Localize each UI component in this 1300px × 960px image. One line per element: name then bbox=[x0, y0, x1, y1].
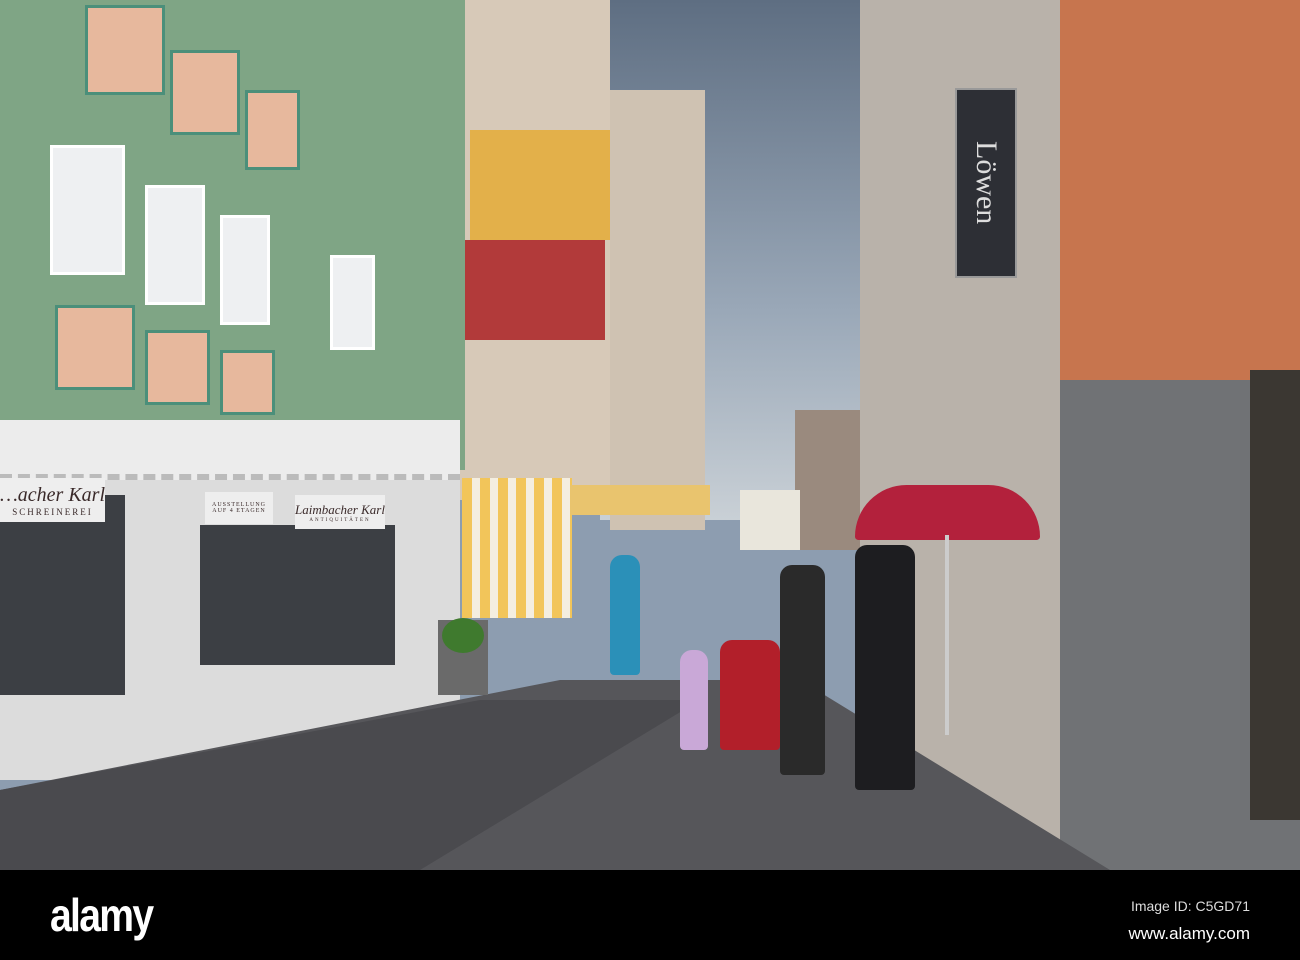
red-facade bbox=[465, 240, 605, 340]
image-id: Image ID: C5GD71 bbox=[1130, 898, 1250, 914]
alamy-logo: alamy bbox=[50, 889, 154, 941]
watermark-bar: alamy Image ID: C5GD71 www.alamy.com bbox=[0, 870, 1300, 960]
painted-panel bbox=[145, 330, 210, 405]
striped-awning bbox=[462, 478, 572, 618]
orange-building bbox=[1060, 0, 1300, 380]
umbrella-pole bbox=[945, 535, 949, 735]
site-url: www.alamy.com bbox=[1128, 924, 1250, 943]
window bbox=[330, 255, 375, 350]
painted-panel bbox=[85, 5, 165, 95]
street-photo: …acher Karl SCHREINEREI AUSSTELLUNG AUF … bbox=[0, 0, 1300, 870]
shop-sign-right: Laimbacher Karl ANTIQUITÄTEN bbox=[295, 495, 385, 529]
red-umbrella bbox=[855, 485, 1040, 540]
shop-window bbox=[0, 495, 125, 695]
shop-window bbox=[200, 525, 395, 665]
painted-panel bbox=[170, 50, 240, 135]
distant-house bbox=[740, 490, 800, 550]
cafe-awning bbox=[570, 485, 710, 515]
yellow-facade bbox=[470, 130, 610, 240]
shop-sign-left: …acher Karl SCHREINEREI bbox=[0, 478, 105, 522]
window bbox=[145, 185, 205, 305]
exhibition-sign: AUSSTELLUNG AUF 4 ETAGEN bbox=[205, 492, 273, 524]
stroller bbox=[720, 640, 780, 750]
shrub bbox=[442, 618, 484, 653]
window bbox=[50, 145, 125, 275]
painted-panel bbox=[55, 305, 135, 390]
far-building-left bbox=[610, 90, 705, 530]
person bbox=[855, 545, 915, 790]
shop-entrance bbox=[1250, 370, 1300, 820]
awning bbox=[0, 420, 460, 480]
person bbox=[780, 565, 825, 775]
painted-panel bbox=[220, 350, 275, 415]
person bbox=[610, 555, 640, 675]
child bbox=[680, 650, 708, 750]
window bbox=[220, 215, 270, 325]
loewen-hanging-sign: Löwen bbox=[955, 88, 1017, 278]
painted-panel bbox=[245, 90, 300, 170]
